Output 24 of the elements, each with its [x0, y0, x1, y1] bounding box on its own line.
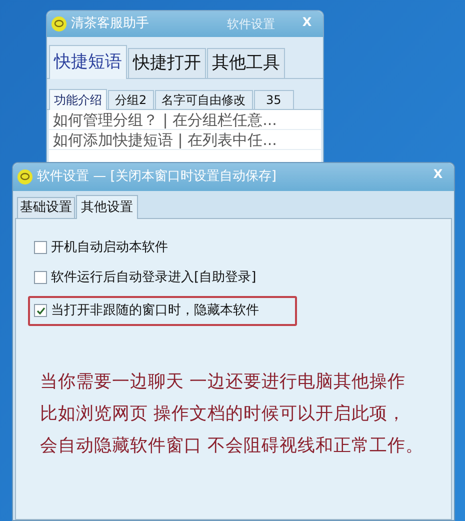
checkbox[interactable] [34, 304, 47, 318]
chat-bubble-icon [17, 169, 33, 185]
tab[interactable]: 基础设置 [17, 197, 75, 218]
checkbox-label: 软件运行后自动登录进入[自助登录] [51, 268, 256, 286]
tab[interactable]: 快捷打开 [128, 48, 206, 78]
phrase-item[interactable]: 如何添加快捷短语 | 在列表中任... [49, 130, 321, 150]
checkbox-label: 当打开非跟随的窗口时，隐藏本软件 [51, 302, 259, 320]
tab[interactable]: 名字可自由修改 [154, 90, 253, 109]
window-title: 软件设置 — [关闭本窗口时设置自动保存] [37, 168, 276, 186]
tab[interactable]: 快捷短语 [49, 45, 127, 79]
checkbox[interactable] [34, 270, 47, 284]
tab[interactable]: 其他设置 [76, 195, 138, 219]
window-title: 清茶客服助手 [71, 15, 149, 34]
tab[interactable]: 35 [254, 90, 294, 109]
checkbox-label: 开机自动启动本软件 [51, 239, 168, 257]
tab[interactable]: 功能介绍 [49, 89, 107, 110]
note-text: 当你需要一边聊天 一边还要进行电脑其他操作 [40, 370, 406, 394]
chat-bubble-icon [51, 16, 67, 32]
note-text: 会自动隐藏软件窗口 不会阻碍视线和正常工作。 [40, 434, 424, 458]
phrase-item[interactable]: 如何管理分组？ | 在分组栏任意... [49, 110, 321, 130]
note-text: 比如浏览网页 操作文档的时候可以开启此项， [40, 402, 406, 426]
tab[interactable]: 其他工具 [207, 48, 285, 78]
checkbox[interactable] [34, 241, 47, 254]
tab[interactable]: 分组2 [108, 90, 154, 109]
